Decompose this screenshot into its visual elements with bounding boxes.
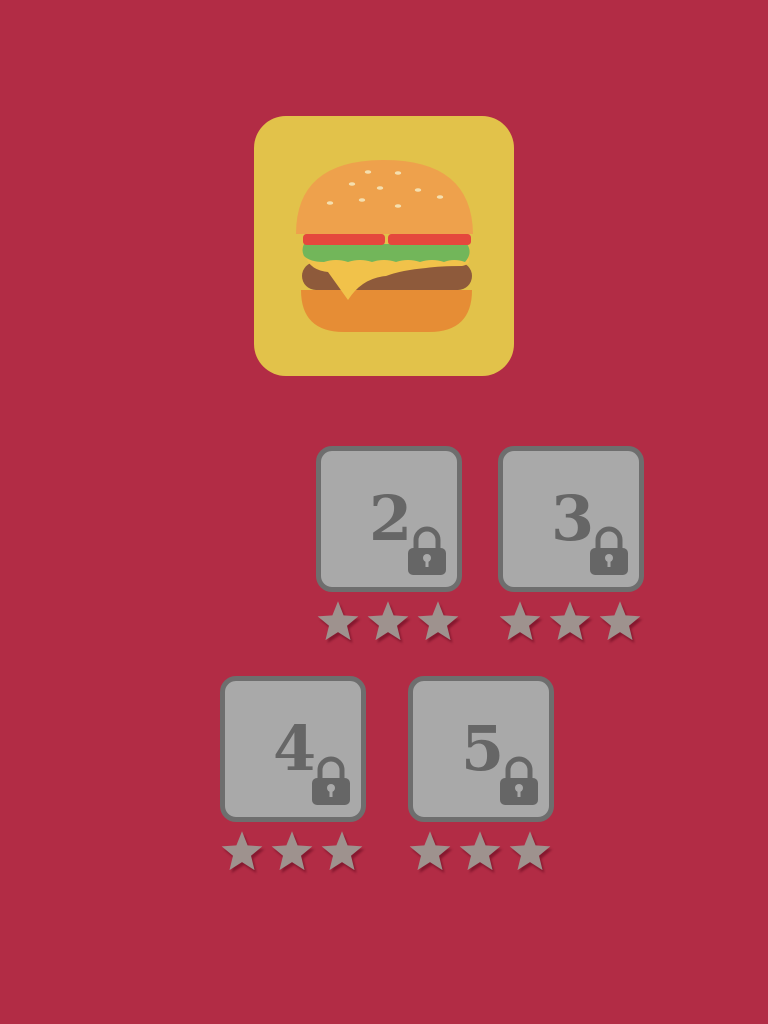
lock-icon xyxy=(590,526,628,575)
star-rating xyxy=(498,598,644,642)
level-tile-5[interactable]: 5 xyxy=(408,676,554,822)
star-icon xyxy=(548,598,592,642)
level-number: 5 xyxy=(461,712,505,785)
app-logo xyxy=(254,116,514,376)
level-4: 4 xyxy=(220,676,366,872)
star-rating xyxy=(220,828,366,872)
level-5: 5 xyxy=(408,676,554,872)
star-icon xyxy=(458,828,502,872)
level-number: 2 xyxy=(369,482,413,555)
star-icon xyxy=(316,598,360,642)
level-number: 4 xyxy=(273,712,317,785)
level-tile-4[interactable]: 4 xyxy=(220,676,366,822)
level-number: 3 xyxy=(551,482,595,555)
lock-icon xyxy=(312,756,350,805)
star-icon xyxy=(220,828,264,872)
star-icon xyxy=(270,828,314,872)
star-icon xyxy=(408,828,452,872)
star-icon xyxy=(366,598,410,642)
star-icon xyxy=(320,828,364,872)
level-tile-3[interactable]: 3 xyxy=(498,446,644,592)
star-rating xyxy=(316,598,462,642)
star-icon xyxy=(598,598,642,642)
level-select-screen: { "app_icon": { "name": "burger-icon" },… xyxy=(0,0,768,1024)
level-tile-2[interactable]: 2 xyxy=(316,446,462,592)
level-2: 2 xyxy=(316,446,462,642)
burger-icon xyxy=(296,160,473,332)
star-icon xyxy=(416,598,460,642)
level-3: 3 xyxy=(498,446,644,642)
star-icon xyxy=(508,828,552,872)
star-rating xyxy=(408,828,554,872)
lock-icon xyxy=(500,756,538,805)
lock-icon xyxy=(408,526,446,575)
star-icon xyxy=(498,598,542,642)
